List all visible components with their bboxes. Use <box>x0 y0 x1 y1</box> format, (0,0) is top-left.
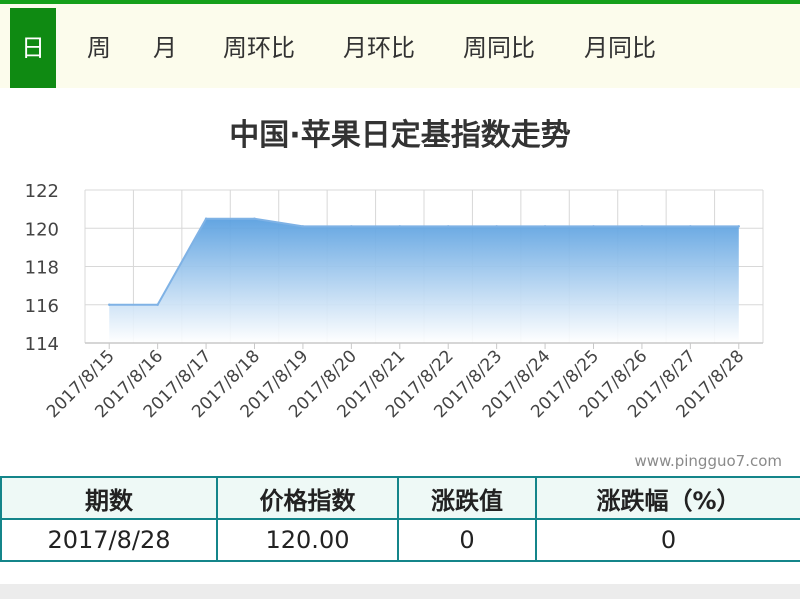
tab-week-year-over-year[interactable]: 周同比 <box>457 8 541 88</box>
index-trend-chart: 1141161181201222017/8/152017/8/162017/8/… <box>25 181 764 422</box>
data-point <box>495 225 498 228</box>
tab-day[interactable]: 日 <box>10 8 56 88</box>
table-row: 2017/8/28 120.00 0 0 <box>0 518 800 562</box>
table-header-row: 期数 价格指数 涨跌值 涨跌幅（%） <box>0 476 800 520</box>
site-watermark: www.pingguo7.com <box>634 452 782 470</box>
data-point <box>301 225 305 228</box>
y-tick-label: 122 <box>25 181 59 202</box>
tab-month-year-over-year[interactable]: 月同比 <box>578 8 662 88</box>
cell-period: 2017/8/28 <box>0 518 218 562</box>
chart-title: 中国·苹果日定基指数走势 <box>229 118 571 153</box>
col-header-period: 期数 <box>0 476 218 520</box>
data-point <box>350 225 353 228</box>
cell-price-index: 120.00 <box>216 518 399 562</box>
data-point <box>447 225 450 228</box>
data-point <box>156 303 159 306</box>
cell-change-pct: 0 <box>535 518 800 562</box>
data-point <box>253 217 256 220</box>
tab-week-over-week[interactable]: 周环比 <box>217 8 301 88</box>
tab-week[interactable]: 周 <box>84 8 114 88</box>
cell-change: 0 <box>397 518 537 562</box>
col-header-price-index: 价格指数 <box>216 476 399 520</box>
data-point <box>398 225 401 228</box>
y-tick-label: 116 <box>25 296 59 317</box>
y-tick-label: 120 <box>25 219 59 240</box>
footer-strip <box>0 584 800 599</box>
y-tick-label: 114 <box>25 334 59 355</box>
data-point <box>689 225 692 228</box>
data-point <box>640 225 644 228</box>
area-fill <box>109 218 739 343</box>
data-point <box>543 225 547 228</box>
period-tab-bar: 日 周 月 周环比 月环比 周同比 月同比 <box>0 0 800 88</box>
tab-month[interactable]: 月 <box>150 8 180 88</box>
col-header-change: 涨跌值 <box>397 476 537 520</box>
tab-month-over-month[interactable]: 月环比 <box>337 8 421 88</box>
col-header-change-pct: 涨跌幅（%） <box>535 476 800 520</box>
data-point <box>592 225 595 228</box>
data-point <box>204 217 208 220</box>
data-point <box>737 225 740 228</box>
index-table: 期数 价格指数 涨跌值 涨跌幅（%） 2017/8/28 120.00 0 0 <box>0 476 800 562</box>
chart-series <box>108 217 740 343</box>
y-tick-label: 118 <box>25 258 59 279</box>
data-point <box>108 303 111 306</box>
